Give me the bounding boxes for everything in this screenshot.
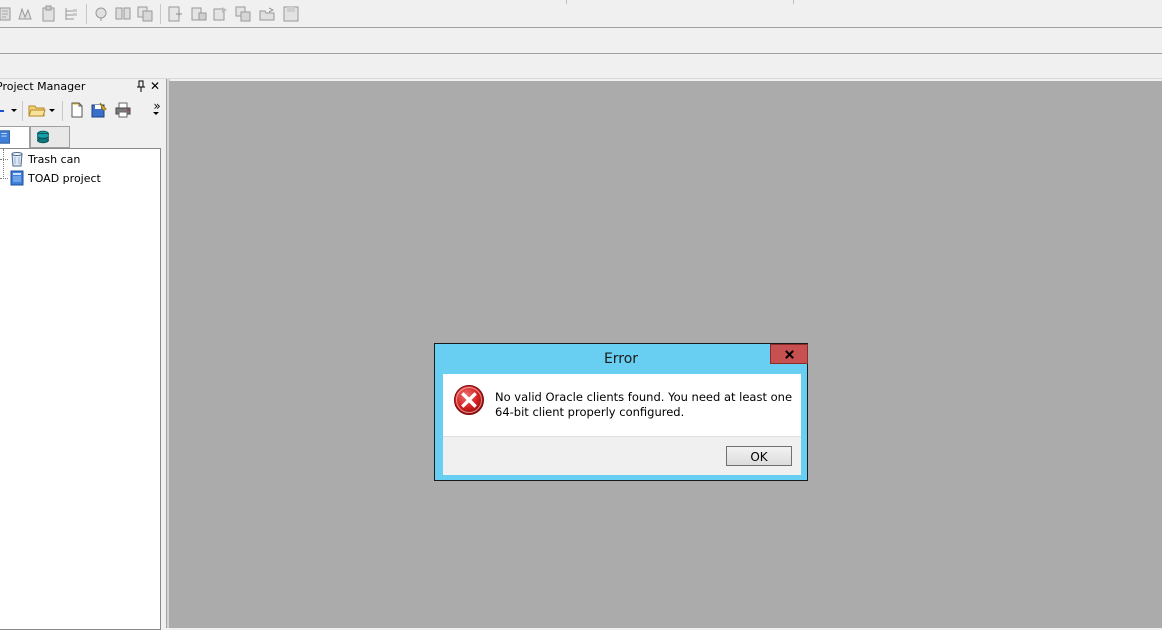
tree-item-label: TOAD project: [28, 172, 101, 185]
tree-connector: [0, 178, 8, 179]
database-icon: [37, 130, 49, 144]
export-icon[interactable]: [212, 5, 230, 23]
tab-database[interactable]: [30, 126, 70, 148]
secondary-toolbar: [0, 28, 1162, 54]
print-icon[interactable]: [114, 101, 132, 119]
dialog-title: Error: [603, 351, 639, 367]
toolbar-divider: [566, 0, 567, 4]
schema-browser-icon[interactable]: [0, 5, 16, 23]
sql-monitor-icon[interactable]: [92, 5, 110, 23]
trash-can-icon: [11, 152, 23, 167]
tertiary-toolbar: [0, 54, 1162, 79]
project-manager-header: Project Manager ✕: [0, 79, 166, 95]
tree-item-trash-can[interactable]: Trash can: [0, 150, 150, 168]
hands-icon[interactable]: [16, 5, 34, 23]
tab-projects[interactable]: [0, 126, 30, 149]
toolbar-separator: [86, 4, 87, 24]
project-tree: Trash can TOAD project: [0, 148, 161, 630]
dialog-body: No valid Oracle clients found. You need …: [443, 374, 801, 436]
close-icon[interactable]: [770, 344, 808, 364]
close-icon[interactable]: ✕: [149, 79, 161, 93]
script-icon[interactable]: [190, 5, 208, 23]
dialog-message: No valid Oracle clients found. You need …: [495, 390, 795, 420]
project-icon: [10, 170, 24, 186]
save-icon[interactable]: [282, 5, 300, 23]
open-folder-icon[interactable]: [28, 101, 46, 119]
tree-connector: [0, 159, 8, 160]
project-manager-tabs: [0, 126, 166, 149]
chevron-down-icon[interactable]: [10, 101, 18, 119]
project-manager-title: Project Manager: [0, 80, 86, 93]
dialog-footer: OK: [443, 436, 801, 475]
toolbar-separator: [62, 101, 63, 121]
toolbar-separator: [160, 4, 161, 24]
tree-item-toad-project[interactable]: TOAD project: [0, 169, 150, 187]
error-icon: [454, 385, 484, 415]
tree-view-icon[interactable]: [62, 5, 80, 23]
new-object-icon[interactable]: [166, 5, 184, 23]
data-grid-icon[interactable]: [234, 5, 252, 23]
toolbar-divider: [793, 0, 794, 4]
save-as-icon[interactable]: [90, 101, 108, 119]
compare-icon[interactable]: [114, 5, 132, 23]
project-manager-panel: Project Manager ✕ » Trash can TOAD proje…: [0, 79, 166, 630]
new-file-icon[interactable]: [68, 101, 86, 119]
error-dialog: Error No valid Oracle clients found. You…: [434, 343, 808, 481]
project-manager-toolbar: »: [0, 96, 166, 124]
tree-item-label: Trash can: [28, 153, 81, 166]
dialog-message-line: 64-bit client properly configured.: [495, 405, 685, 419]
clipboard-icon[interactable]: [40, 5, 58, 23]
toolbar-separator: [22, 101, 23, 121]
open-folder-icon[interactable]: [258, 5, 276, 23]
copy-icon[interactable]: [136, 5, 154, 23]
pin-icon[interactable]: [136, 80, 146, 92]
main-toolbar: [0, 0, 1162, 28]
dialog-message-line: No valid Oracle clients found. You need …: [495, 390, 793, 404]
project-icon: [0, 130, 10, 144]
ok-button[interactable]: OK: [726, 446, 792, 466]
chevron-down-icon[interactable]: [48, 101, 56, 119]
